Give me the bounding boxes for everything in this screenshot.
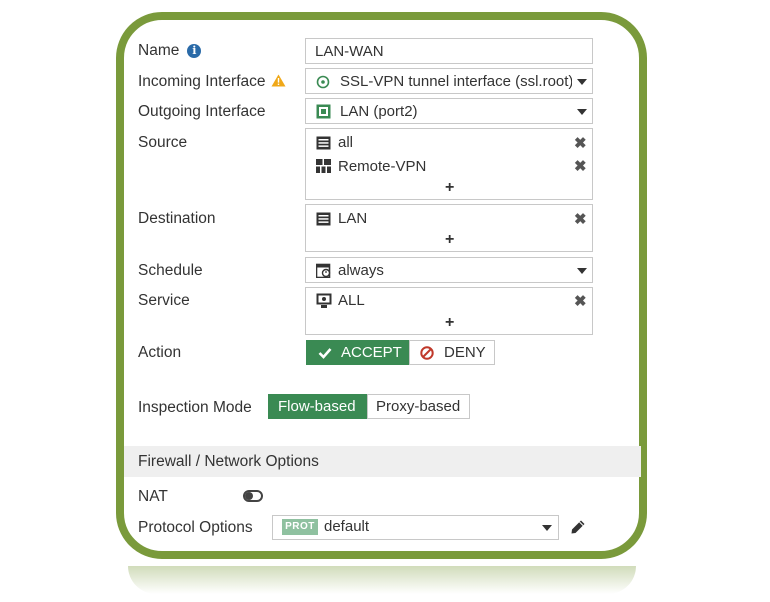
incoming-interface-value: SSL-VPN tunnel interface (ssl.root): [340, 73, 572, 90]
prot-badge: PROT: [282, 519, 318, 535]
service-item: ALL: [338, 292, 365, 309]
edit-pencil-icon[interactable]: [570, 519, 586, 535]
service-icon: [316, 293, 332, 308]
remove-source-all-icon[interactable]: ✖: [574, 136, 587, 151]
info-icon[interactable]: i: [187, 44, 202, 58]
address-icon: [316, 212, 331, 226]
source-item: Remote-VPN: [338, 158, 427, 175]
name-input[interactable]: LAN-WAN: [305, 38, 593, 64]
schedule-icon: [316, 263, 331, 278]
schedule-select[interactable]: always: [305, 257, 593, 283]
toggle-knob: [245, 492, 253, 500]
flow-based-button[interactable]: Flow-based: [268, 394, 367, 419]
outgoing-interface-value: LAN (port2): [340, 103, 418, 120]
chevron-down-icon: [577, 268, 587, 274]
name-label: Name i: [138, 42, 202, 60]
service-list: ALL ✖ +: [305, 287, 593, 335]
add-service-icon[interactable]: +: [445, 315, 454, 331]
remove-destination-icon[interactable]: ✖: [574, 212, 587, 227]
remove-service-icon[interactable]: ✖: [574, 294, 587, 309]
chevron-down-icon: [542, 525, 552, 531]
schedule-label: Schedule: [138, 262, 203, 279]
incoming-interface-select[interactable]: SSL-VPN tunnel interface (ssl.root): [305, 68, 593, 94]
service-label: Service: [138, 292, 190, 309]
protocol-options-value: default: [324, 518, 370, 535]
schedule-value: always: [338, 262, 384, 279]
tunnel-interface-icon: [316, 75, 330, 89]
destination-item: LAN: [338, 210, 368, 227]
protocol-options-label: Protocol Options: [138, 519, 253, 536]
name-value: LAN-WAN: [315, 43, 384, 60]
outgoing-interface-label: Outgoing Interface: [138, 103, 266, 120]
source-label: Source: [138, 134, 188, 151]
destination-list: LAN ✖ +: [305, 204, 593, 252]
address-group-icon: [316, 159, 331, 173]
remove-source-remote-vpn-icon[interactable]: ✖: [574, 159, 587, 174]
section-title: Firewall / Network Options: [138, 453, 319, 470]
deny-label: DENY: [444, 344, 486, 361]
action-label: Action: [138, 344, 182, 361]
accept-button[interactable]: ACCEPT: [306, 340, 409, 365]
source-list: all ✖ Remote-VPN ✖ +: [305, 128, 593, 200]
port-icon: [316, 104, 331, 119]
add-source-icon[interactable]: +: [445, 180, 454, 196]
source-item: all: [338, 134, 354, 151]
chevron-down-icon: [577, 109, 587, 115]
warning-icon: [271, 74, 286, 87]
proxy-based-button[interactable]: Proxy-based: [367, 394, 470, 419]
incoming-interface-label: Incoming Interface: [138, 73, 286, 91]
chevron-down-icon: [577, 79, 587, 85]
address-icon: [316, 136, 331, 150]
checkmark-icon: [318, 348, 332, 359]
firewall-network-options-header: Firewall / Network Options: [124, 446, 641, 477]
deny-button[interactable]: DENY: [409, 340, 495, 365]
add-destination-icon[interactable]: +: [445, 232, 454, 248]
accept-label: ACCEPT: [341, 344, 402, 361]
destination-label: Destination: [138, 210, 216, 227]
nat-label: NAT: [138, 488, 168, 505]
frame-reflection: [128, 566, 636, 594]
outgoing-interface-select[interactable]: LAN (port2): [305, 98, 593, 124]
deny-icon: [420, 346, 434, 360]
inspection-mode-label: Inspection Mode: [138, 399, 252, 416]
nat-toggle[interactable]: [243, 490, 263, 502]
